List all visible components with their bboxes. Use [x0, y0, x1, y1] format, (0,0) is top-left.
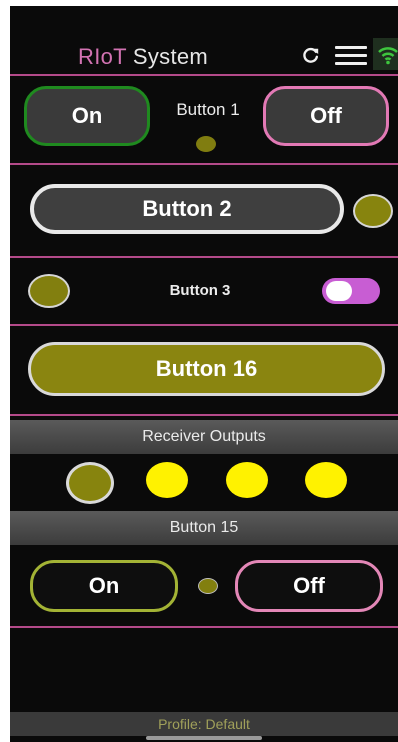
button3-label: Button 3 [169, 282, 231, 299]
app-title: RIoT System [78, 44, 208, 70]
button15-on-button[interactable]: On [30, 560, 178, 612]
divider [10, 163, 398, 165]
button1-on-button[interactable]: On [24, 86, 150, 146]
app-title-rest: System [126, 44, 209, 69]
profile-footer: Profile: Default [10, 712, 398, 736]
divider [10, 324, 398, 326]
toggle-knob [326, 281, 352, 301]
button3-status-led [28, 274, 70, 308]
divider [10, 74, 398, 76]
button2-button[interactable]: Button 2 [30, 184, 344, 234]
receiver-output-led-4 [305, 462, 347, 498]
refresh-icon[interactable] [302, 46, 320, 64]
home-indicator[interactable] [146, 736, 262, 740]
button15-off-button[interactable]: Off [235, 560, 383, 612]
divider [10, 256, 398, 258]
menu-icon[interactable] [335, 46, 367, 66]
receiver-output-led-3 [226, 462, 268, 498]
button16-button[interactable]: Button 16 [28, 342, 385, 396]
button3-toggle[interactable] [322, 278, 380, 304]
app-screen: RIoT System On Button 1 Off Button 2 But… [10, 6, 398, 742]
app-title-brand: RIoT [78, 44, 127, 69]
wifi-icon [378, 47, 398, 65]
receiver-outputs-header: Receiver Outputs [10, 420, 398, 454]
receiver-output-led-2 [146, 462, 188, 498]
wifi-status [373, 38, 398, 70]
divider [10, 626, 398, 628]
divider [10, 414, 398, 416]
button15-header: Button 15 [10, 511, 398, 545]
button1-status-led [196, 136, 216, 152]
receiver-output-led-1 [66, 462, 114, 504]
button2-status-led [353, 194, 393, 228]
button1-off-button[interactable]: Off [263, 86, 389, 146]
button1-label: Button 1 [176, 100, 240, 119]
button15-status-led [198, 578, 218, 594]
